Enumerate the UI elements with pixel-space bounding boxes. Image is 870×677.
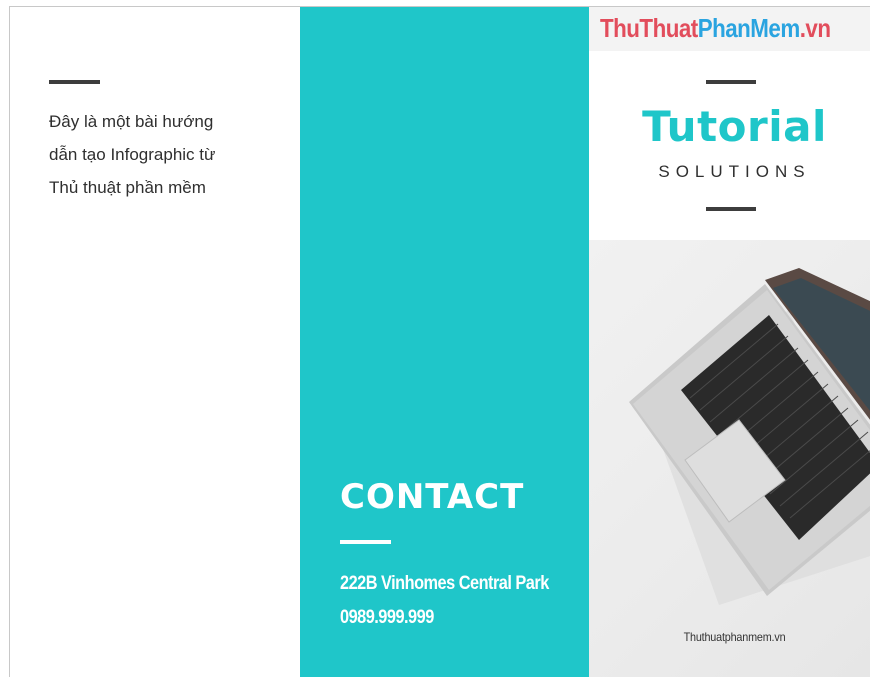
- intro-text: Đây là một bài hướng dẫn tạo Infographic…: [49, 105, 269, 204]
- contact-panel: CONTACT 222B Vinhomes Central Park 0989.…: [300, 7, 589, 677]
- intro-line-1: Đây là một bài hướng: [49, 112, 214, 131]
- brand-part-3: .vn: [799, 13, 831, 43]
- cover-title: Tutorial: [642, 102, 827, 151]
- laptop-image: [629, 268, 870, 605]
- intro-line-2: dẫn tạo Infographic từ: [49, 145, 216, 164]
- contact-address: 222B Vinhomes Central Park: [340, 573, 549, 594]
- brand-part-1: ThuThuat: [600, 13, 698, 43]
- footer-url: Thuthuatphanmem.vn: [683, 630, 786, 644]
- cover-panel: ThuThuatPhanMem.vn Tutorial SOLUTIONS Th…: [589, 7, 870, 677]
- brand-part-2: PhanMem: [697, 13, 801, 43]
- contact-heading: CONTACT: [340, 477, 525, 517]
- brand-bar: ThuThuatPhanMem.vn: [589, 7, 870, 51]
- left-divider: [49, 80, 100, 84]
- brand-logo: ThuThuatPhanMem.vn: [600, 13, 831, 44]
- laptop-photo: [589, 240, 870, 677]
- title-divider-top: [706, 80, 756, 84]
- cover-subtitle: SOLUTIONS: [658, 162, 811, 181]
- intro-line-3: Thủ thuật phần mềm: [49, 178, 206, 197]
- contact-divider: [340, 540, 391, 544]
- title-divider-bottom: [706, 207, 756, 211]
- contact-phone: 0989.999.999: [340, 607, 434, 628]
